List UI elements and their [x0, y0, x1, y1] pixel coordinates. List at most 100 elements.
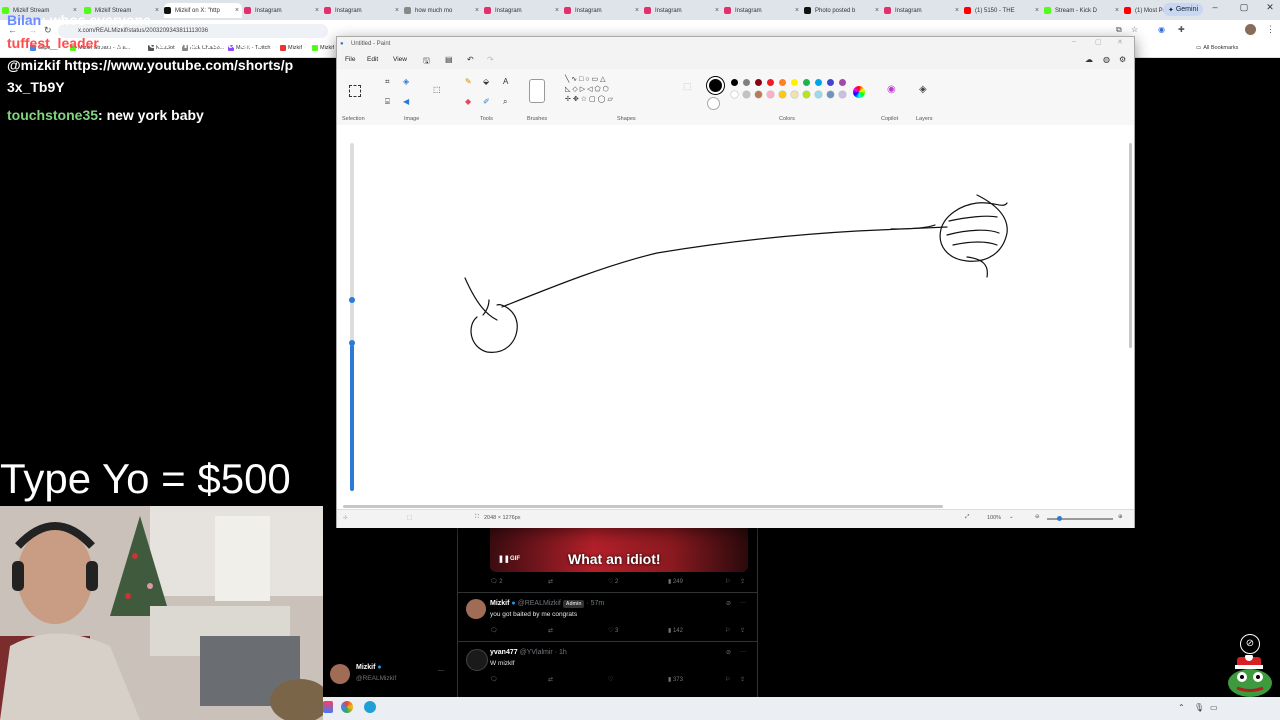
zoom-dropdown-icon[interactable]: ⌄	[1009, 514, 1014, 520]
browser-tab[interactable]: Instagram ×	[484, 3, 562, 18]
browser-tab[interactable]: Instagram ×	[644, 3, 722, 18]
reply-icon[interactable]: 🗨	[490, 627, 498, 634]
palette-color[interactable]	[791, 79, 798, 86]
palette-color[interactable]	[731, 79, 738, 86]
profile-avatar[interactable]	[330, 664, 350, 684]
secondary-color-swatch[interactable]	[707, 97, 720, 110]
open-icon[interactable]: ▤	[445, 55, 453, 64]
profile-more-button[interactable]: ···	[438, 668, 444, 674]
palette-color[interactable]	[827, 91, 834, 98]
tweet1-author[interactable]: Mizkif ● @REALMizkif Admin · 57m	[490, 600, 604, 608]
chrome-taskbar-icon[interactable]	[341, 701, 353, 713]
views-count[interactable]: ▮ 249	[668, 578, 683, 585]
views-count[interactable]: ▮ 373	[668, 676, 683, 683]
grok-icon[interactable]: ⊘	[726, 649, 731, 656]
taskbar-app-icon[interactable]	[323, 701, 333, 713]
grok-fab-icon[interactable]: ⊘	[1240, 634, 1260, 654]
menu-kebab-icon[interactable]: ⋮	[1266, 24, 1275, 35]
palette-color[interactable]	[839, 91, 846, 98]
palette-color[interactable]	[839, 79, 846, 86]
menu-file[interactable]: File	[345, 56, 355, 63]
palette-color[interactable]	[815, 79, 822, 86]
profile-name[interactable]: Mizkif ●	[356, 664, 382, 671]
share-icon[interactable]: ⇪	[740, 578, 745, 585]
tab-close-icon[interactable]: ×	[795, 7, 802, 14]
paint-close-button[interactable]: ✕	[1117, 38, 1123, 46]
palette-color[interactable]	[743, 91, 750, 98]
palette-color[interactable]	[755, 91, 762, 98]
share-icon[interactable]: ⇪	[740, 676, 745, 683]
eraser-icon[interactable]: ◆	[465, 97, 471, 106]
image-select-icon[interactable]: ⬚	[433, 85, 441, 94]
network-icon[interactable]: ▭	[1210, 703, 1218, 712]
redo-icon[interactable]: ↷	[487, 55, 494, 64]
shapes-gallery[interactable]: ╲∿□○▭△ ◺◇▷◁⬠⬡ ✢✥☆▢◯▱	[565, 75, 641, 105]
mic-icon[interactable]: 🎙	[1194, 703, 1204, 712]
palette-color[interactable]	[779, 91, 786, 98]
save-icon[interactable]: 🖫	[423, 55, 430, 69]
reply-icon[interactable]: 🗨	[490, 676, 498, 683]
tab-close-icon[interactable]: ×	[955, 7, 962, 14]
outline-icon[interactable]: ⬚	[683, 81, 692, 92]
tab-close-icon[interactable]: ×	[555, 7, 562, 14]
tab-close-icon[interactable]: ×	[395, 7, 402, 14]
tweet2-more-icon[interactable]: ···	[740, 649, 746, 655]
paint-taskbar-icon[interactable]	[364, 701, 376, 713]
palette-color[interactable]	[779, 79, 786, 86]
retweet-icon[interactable]: ⇄	[548, 578, 553, 585]
like-icon[interactable]: ♡	[608, 676, 613, 683]
tray-chevron-icon[interactable]: ⌃	[1178, 703, 1185, 712]
menu-view[interactable]: View	[393, 56, 407, 63]
zoom-slider-thumb[interactable]	[1057, 516, 1062, 521]
browser-tab[interactable]: how much mo ×	[404, 3, 482, 18]
tweet2-avatar[interactable]	[466, 649, 488, 671]
pencil-icon[interactable]: ✎	[465, 77, 472, 86]
like-count[interactable]: ♡ 3	[608, 627, 618, 634]
magnifier-icon[interactable]: ⌕	[503, 97, 507, 107]
paint-minimize-button[interactable]: –	[1072, 38, 1076, 45]
palette-color[interactable]	[815, 91, 822, 98]
paint-maximize-button[interactable]: ▢	[1095, 38, 1102, 46]
grok-icon[interactable]: ⊘	[726, 600, 731, 607]
undo-icon[interactable]: ↶	[467, 55, 474, 64]
cloud-icon[interactable]: ☁	[1085, 55, 1093, 64]
all-bookmarks-button[interactable]: ▭ All Bookmarks	[1196, 45, 1238, 51]
vertical-scrollbar[interactable]	[1129, 143, 1132, 348]
bookmark-item[interactable]: Mizkif	[312, 45, 334, 51]
bookmark-icon[interactable]: ⚐	[725, 676, 730, 683]
horizontal-scrollbar[interactable]	[343, 505, 943, 508]
browser-tab[interactable]: Mizkif on X: "http ×	[164, 3, 242, 18]
palette-color[interactable]	[731, 91, 738, 98]
palette-color[interactable]	[755, 79, 762, 86]
close-window-button[interactable]: ✕	[1262, 2, 1278, 13]
browser-tab[interactable]: (1) 5150 - THE ×	[964, 3, 1042, 18]
tab-close-icon[interactable]: ×	[715, 7, 722, 14]
browser-tab[interactable]: Stream - Kick D ×	[1044, 3, 1122, 18]
fill-icon[interactable]: ⬙	[483, 77, 489, 86]
zoom-level[interactable]: 100%	[987, 515, 1001, 521]
retweet-icon[interactable]: ⇄	[548, 627, 553, 634]
palette-color[interactable]	[827, 79, 834, 86]
palette-color[interactable]	[803, 79, 810, 86]
edit-colors-icon[interactable]	[853, 86, 865, 98]
views-count[interactable]: ▮ 142	[668, 627, 683, 634]
tab-close-icon[interactable]: ×	[1035, 7, 1042, 14]
fit-icon[interactable]: ⤢	[965, 514, 969, 521]
palette-color[interactable]	[767, 79, 774, 86]
tab-close-icon[interactable]: ×	[235, 7, 242, 14]
tweet2-author[interactable]: yvan477 @YVlalmir · 1h	[490, 649, 567, 656]
tab-close-icon[interactable]: ×	[155, 7, 162, 14]
palette-color[interactable]	[803, 91, 810, 98]
browser-tab[interactable]: Instagram ×	[724, 3, 802, 18]
rotate-icon[interactable]: ◀	[403, 97, 409, 106]
palette-color[interactable]	[767, 91, 774, 98]
profile-avatar[interactable]	[1245, 24, 1256, 35]
zoom-in-icon[interactable]: ⊕	[1118, 514, 1123, 520]
color-picker-icon[interactable]: ✐	[483, 97, 490, 106]
tweet1-more-icon[interactable]: ···	[740, 600, 746, 606]
tweet1-avatar[interactable]	[466, 599, 486, 619]
browser-tab[interactable]: Instagram ×	[884, 3, 962, 18]
browser-tab[interactable]: Instagram ×	[324, 3, 402, 18]
tab-close-icon[interactable]: ×	[475, 7, 482, 14]
tab-close-icon[interactable]: ×	[315, 7, 322, 14]
